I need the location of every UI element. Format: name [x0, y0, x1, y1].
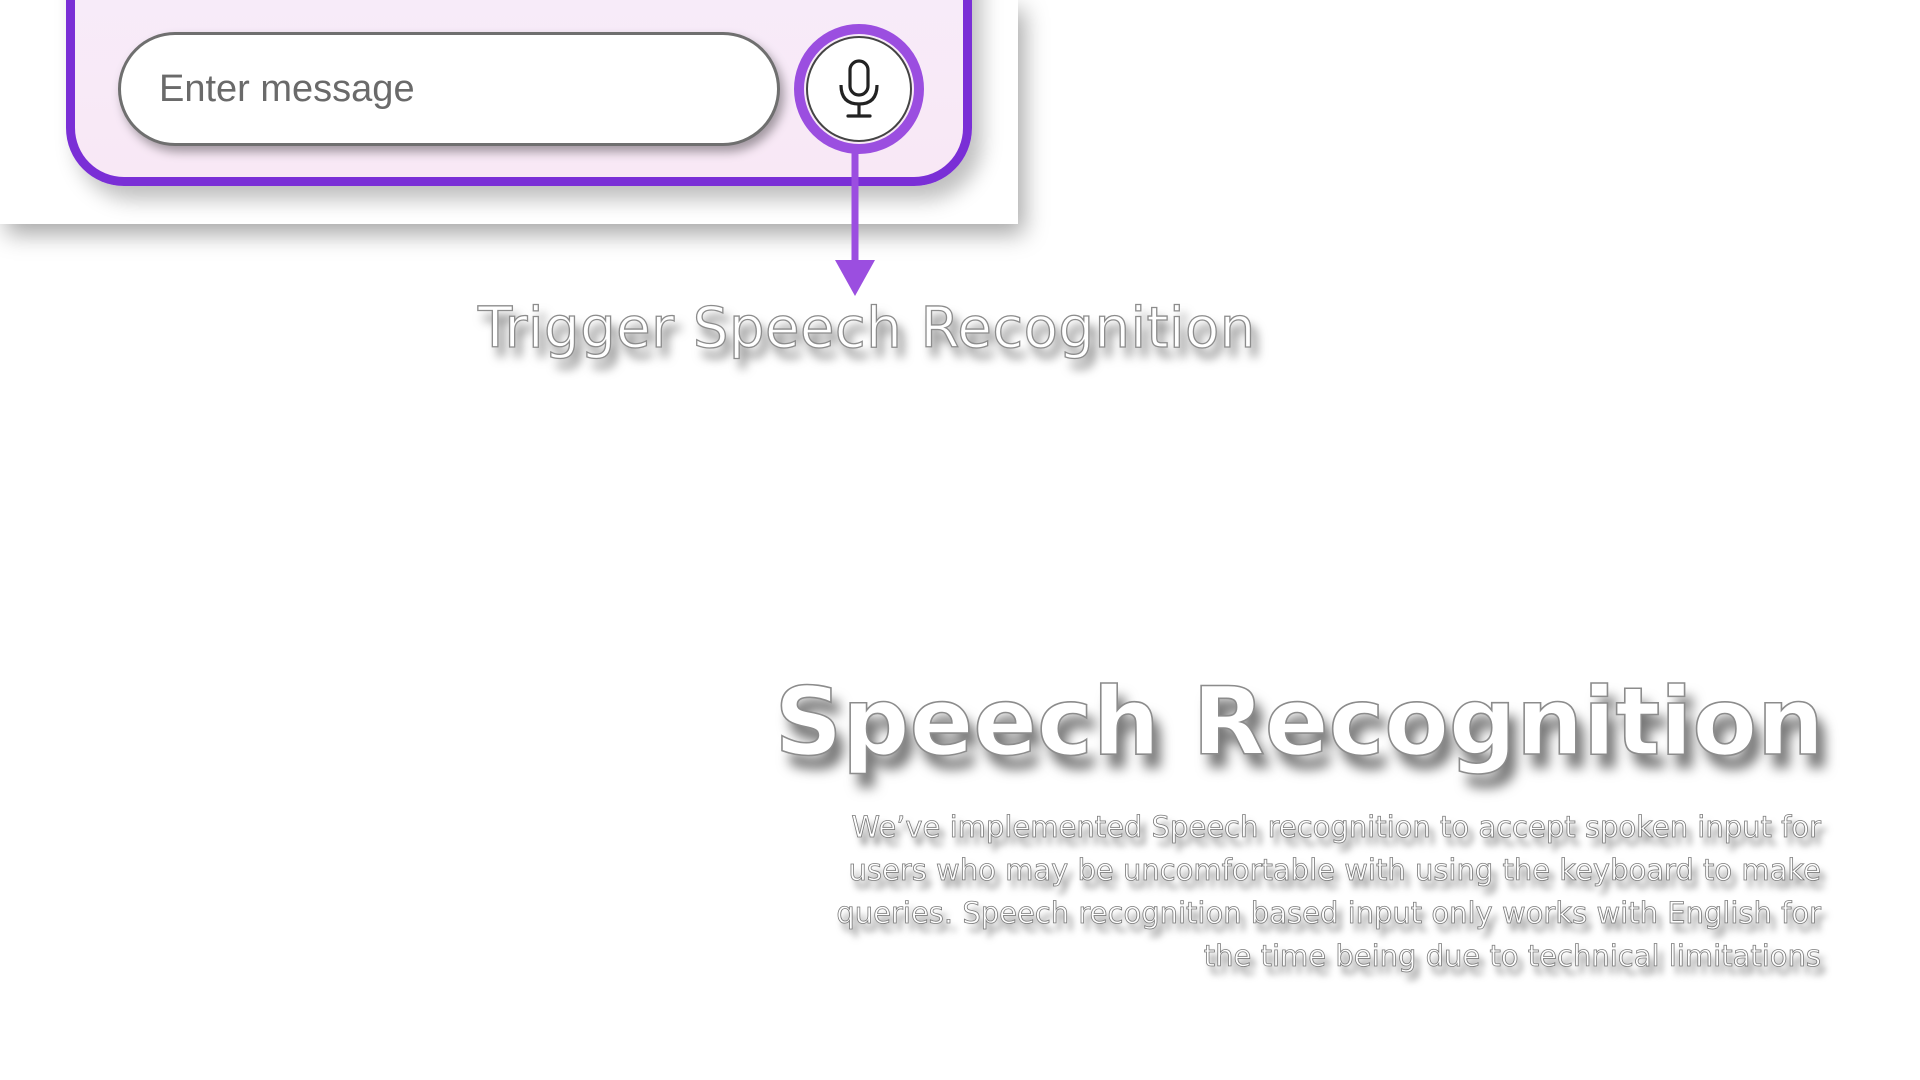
section-description: We’ve implemented Speech recognition to …	[836, 810, 1821, 974]
microphone-icon	[839, 59, 879, 118]
slide-canvas: Trigger Speech Recognition Speech Recogn…	[0, 0, 1920, 1080]
section-title: Speech Recognition	[774, 667, 1825, 778]
callout-arrow	[835, 150, 875, 296]
message-input[interactable]	[118, 32, 780, 146]
mic-button[interactable]	[806, 36, 912, 142]
callout-label: Trigger Speech Recognition	[477, 295, 1256, 361]
